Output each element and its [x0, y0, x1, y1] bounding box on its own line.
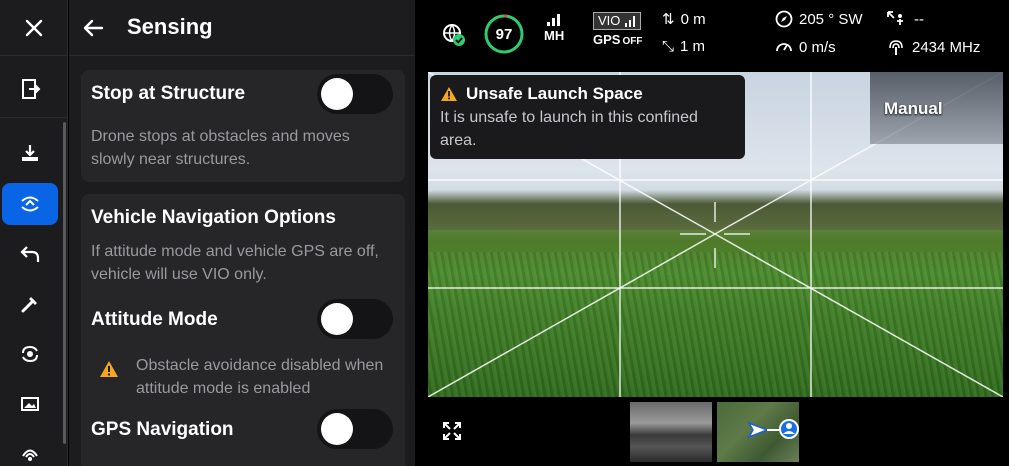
close-button[interactable] — [0, 0, 68, 56]
vio-badge: VIO — [593, 12, 642, 30]
back-arrow-icon — [83, 19, 104, 37]
warning-icon — [441, 87, 457, 101]
sensing-button[interactable] — [2, 183, 58, 225]
toggle-knob — [321, 78, 353, 110]
heading-readout: 205 ° SW — [775, 10, 863, 28]
image-button[interactable] — [2, 383, 58, 425]
image-icon — [21, 397, 39, 411]
nav-options-title: Vehicle Navigation Options — [91, 207, 336, 228]
sensing-icon — [21, 196, 39, 212]
stop-structure-desc: Drone stops at obstacles and moves slowl… — [91, 128, 350, 168]
attitude-mode-toggle[interactable] — [317, 299, 393, 339]
close-icon — [25, 19, 43, 36]
expand-button[interactable] — [436, 415, 468, 447]
sync-icon — [22, 345, 38, 363]
distance-readout: ⤡ 1 m — [662, 38, 705, 55]
alert-body: It is unsafe to launch in this confined … — [440, 109, 698, 149]
signal-bars-icon — [547, 14, 561, 26]
compass-icon — [775, 10, 793, 28]
speed-readout: 0 m/s — [775, 38, 836, 56]
return-icon — [20, 246, 40, 262]
vio-signal-icon — [625, 16, 636, 27]
signal-status[interactable]: MH — [544, 12, 564, 43]
attitude-mode-title: Attitude Mode — [91, 309, 218, 330]
frequency-readout: 2434 MHz — [886, 38, 980, 56]
globe-check-icon — [443, 24, 465, 46]
thermal-thumbnail[interactable] — [630, 402, 712, 462]
expand-icon — [443, 422, 461, 440]
tools-button[interactable] — [2, 283, 58, 325]
flight-mode-badge[interactable]: Manual — [870, 72, 1003, 144]
globe-status[interactable] — [441, 22, 467, 48]
alert-title: Unsafe Launch Space — [466, 84, 643, 103]
distance-arrow-icon: ⤡ — [662, 38, 675, 55]
icon-rail — [0, 0, 68, 466]
drone-position-icon — [747, 419, 799, 439]
gps-badge: GPS OFF — [593, 32, 642, 47]
bottom-bar — [416, 397, 1009, 466]
gps-navigation-toggle[interactable] — [317, 409, 393, 449]
back-button[interactable] — [77, 12, 109, 44]
settings-panel: Sensing Stop at Structure Drone stops at… — [69, 0, 415, 466]
signal-icon — [22, 449, 38, 461]
gps-navigation-title: GPS Navigation — [91, 419, 234, 440]
toggle-knob — [321, 303, 353, 335]
status-bar: 97 MH VIO GPS OFF ⇅ 0 m ⤡ 1 m 205 ° SW 0… — [416, 0, 1009, 72]
return-button[interactable] — [2, 233, 58, 275]
landing-button[interactable] — [2, 132, 58, 174]
vio-label: VIO — [598, 13, 621, 28]
stop-structure-title: Stop at Structure — [91, 83, 246, 104]
toggle-knob — [321, 413, 353, 445]
nav-options-desc: If attitude mode and vehicle GPS are off… — [91, 243, 379, 283]
page-title: Sensing — [127, 14, 213, 39]
sync-button[interactable] — [2, 333, 58, 375]
tools-icon — [21, 297, 37, 313]
exit-button[interactable] — [2, 68, 58, 110]
warning-icon — [100, 361, 118, 377]
stop-structure-toggle[interactable] — [317, 74, 393, 114]
operator-readout: -- — [886, 10, 924, 28]
frequency-value: 2434 MHz — [912, 38, 981, 56]
speed-value: 0 m/s — [799, 38, 836, 56]
nav-options-card: Vehicle Navigation Options If attitude m… — [81, 194, 405, 466]
exit-icon — [22, 79, 41, 99]
distance-value: 1 m — [680, 38, 706, 55]
operator-value: -- — [914, 10, 924, 28]
flight-mode-label: Manual — [884, 99, 943, 118]
stop-structure-card: Stop at Structure Drone stops at obstacl… — [81, 70, 405, 182]
attitude-warning-text: Obstacle avoidance disabled when attitud… — [136, 357, 384, 397]
operator-direction-icon — [887, 11, 903, 25]
heading-value: 205 ° SW — [799, 10, 863, 28]
altitude-readout: ⇅ 0 m — [662, 10, 706, 29]
unsafe-launch-alert: Unsafe Launch Space It is unsafe to laun… — [430, 75, 745, 159]
rail-scrollbar[interactable] — [63, 122, 66, 444]
altitude-value: 0 m — [680, 10, 706, 28]
map-thumbnail[interactable] — [717, 402, 799, 462]
antenna-icon — [889, 40, 903, 55]
gps-label: GPS — [593, 32, 621, 47]
signal-button[interactable] — [2, 432, 58, 466]
panel-header: Sensing — [69, 0, 415, 56]
landing-icon — [22, 145, 38, 161]
altitude-arrows-icon: ⇅ — [662, 11, 675, 28]
vio-gps-status[interactable]: VIO GPS OFF — [593, 12, 642, 47]
mh-label: MH — [544, 28, 565, 43]
battery-level[interactable]: 97 — [483, 13, 525, 55]
rail-divider — [0, 117, 68, 118]
speedometer-icon — [776, 43, 792, 52]
gps-state: OFF — [622, 36, 643, 47]
